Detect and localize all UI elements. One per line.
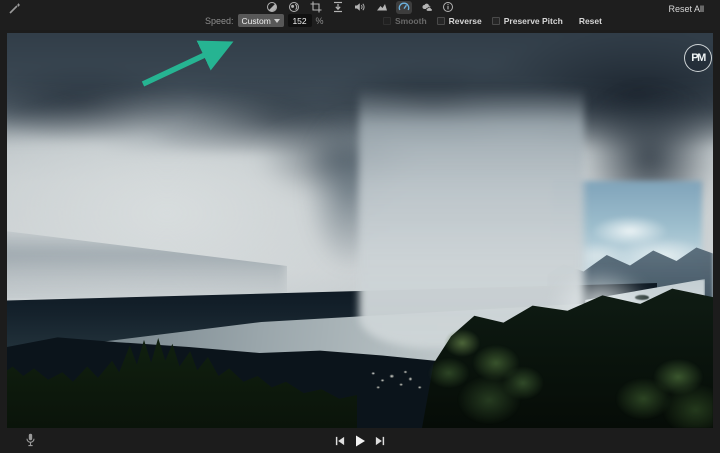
speed-controls: Speed: Custom 152 % — [205, 13, 324, 28]
color-balance-icon — [289, 2, 299, 12]
foreground-bush — [415, 328, 550, 428]
playback-controls — [335, 434, 386, 447]
previous-button[interactable] — [335, 435, 346, 446]
info-button[interactable] — [440, 1, 456, 14]
checkbox-icon — [436, 16, 445, 25]
app-window: Reset All Speed: Custom 152 % Smooth Rev… — [0, 0, 720, 453]
viewer-tool-strip — [264, 0, 456, 14]
microphone-icon — [26, 433, 35, 447]
voiceover-record-button[interactable] — [24, 433, 37, 448]
checkbox-icon — [383, 16, 391, 25]
chevron-down-icon — [273, 18, 280, 23]
info-icon — [443, 2, 453, 12]
corner-foliage — [597, 355, 713, 428]
reset-button[interactable]: Reset — [579, 16, 602, 26]
color-balance-button[interactable] — [286, 1, 302, 14]
color-correction-icon — [267, 2, 277, 12]
noise-reduction-button[interactable] — [374, 1, 390, 14]
checkbox-icon — [491, 16, 500, 25]
top-toolbar: Reset All Speed: Custom 152 % Smooth Rev… — [0, 0, 720, 30]
effects-button[interactable] — [418, 1, 434, 14]
skip-back-icon — [335, 436, 345, 445]
noise-reduction-icon — [377, 4, 387, 11]
volume-icon — [355, 3, 365, 11]
play-icon — [356, 435, 365, 446]
pm-watermark-logo: PM — [684, 44, 712, 72]
stabilization-icon — [334, 1, 342, 13]
bottom-bar — [0, 428, 720, 453]
speed-preset-value: Custom — [241, 15, 271, 26]
next-button[interactable] — [375, 435, 386, 446]
crop-icon — [310, 1, 322, 13]
video-viewer: PM — [7, 33, 713, 428]
clouds-icon — [421, 3, 433, 12]
reverse-checkbox[interactable]: Reverse — [436, 16, 482, 26]
speed-label: Speed: — [205, 15, 234, 26]
color-correction-button[interactable] — [264, 1, 280, 14]
percent-label: % — [315, 15, 324, 26]
stabilization-button[interactable] — [330, 1, 346, 14]
speed-options: Smooth Reverse Preserve Pitch Reset — [383, 13, 602, 28]
volume-button[interactable] — [352, 1, 368, 14]
speedometer-icon — [398, 2, 410, 11]
speed-preset-dropdown[interactable]: Custom — [237, 14, 284, 27]
speed-button[interactable] — [396, 0, 412, 14]
enhance-button[interactable] — [8, 2, 22, 15]
reset-all-button[interactable]: Reset All — [668, 4, 704, 14]
play-button[interactable] — [354, 434, 367, 447]
smooth-checkbox[interactable]: Smooth — [383, 16, 427, 26]
skip-forward-icon — [375, 436, 385, 445]
magic-wand-icon — [9, 3, 20, 14]
crop-button[interactable] — [308, 1, 324, 14]
preserve-pitch-checkbox[interactable]: Preserve Pitch — [491, 16, 563, 26]
speed-rate-input[interactable]: 152 — [287, 14, 312, 27]
